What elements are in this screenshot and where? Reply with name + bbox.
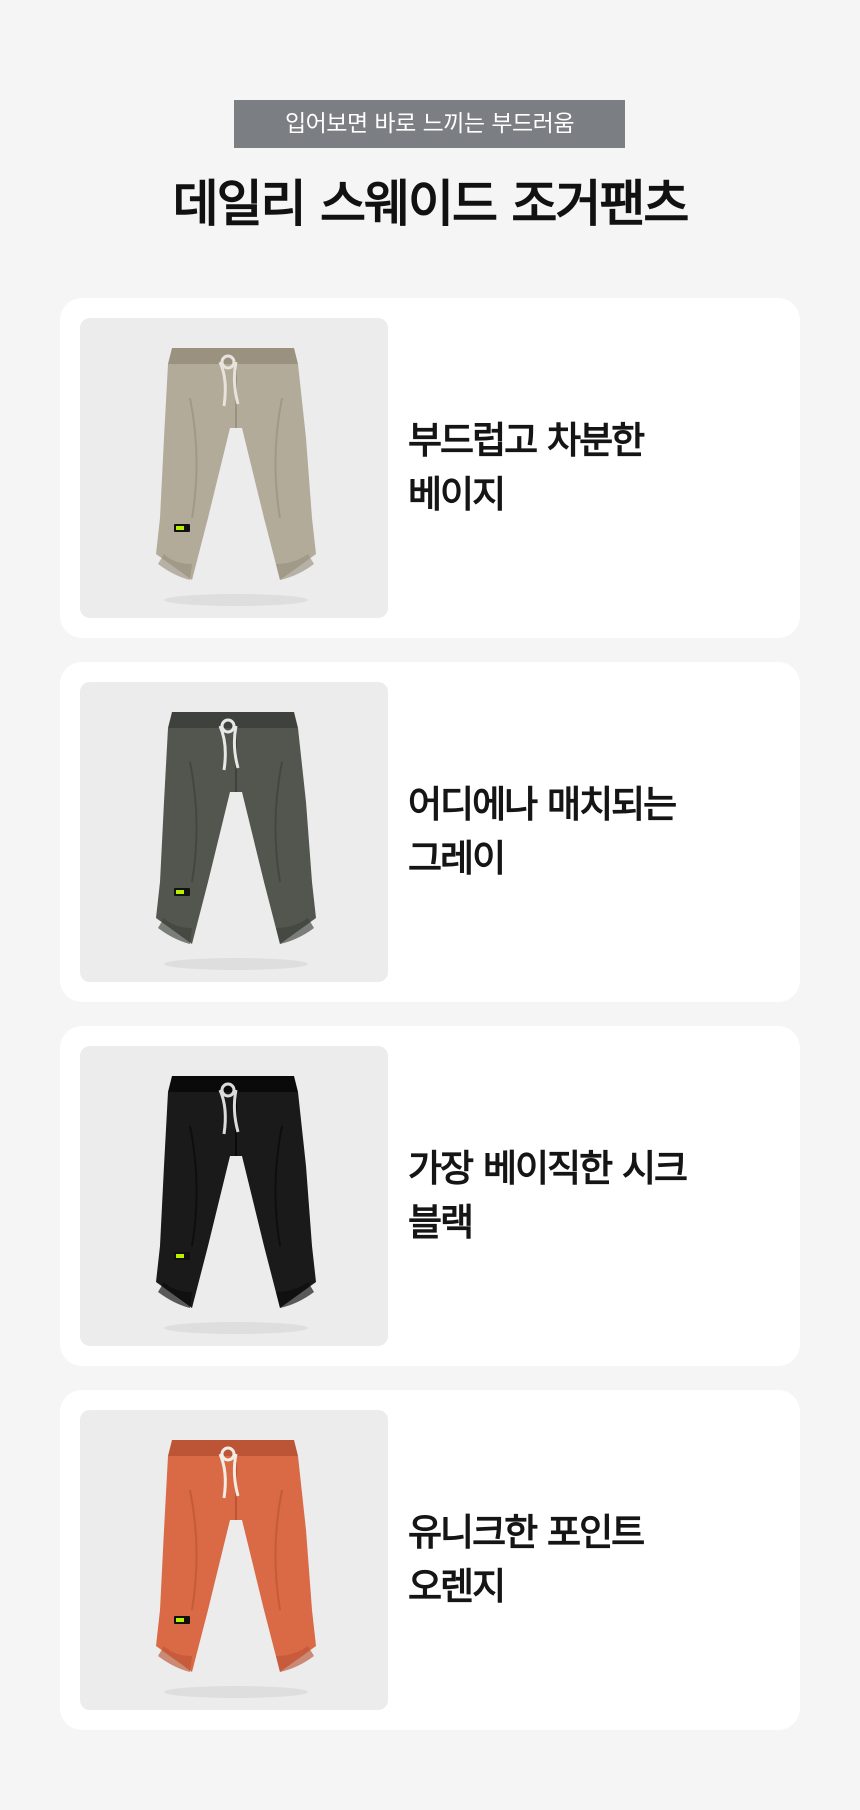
pants-illustration <box>156 1076 316 1334</box>
gray-pants-photo <box>80 682 388 982</box>
caption-color-name: 오렌지 <box>408 1565 506 1608</box>
product-card-gray: 어디에나 매치되는 그레이 <box>60 662 800 1002</box>
beige-pants-photo <box>80 318 388 618</box>
orange-pants-photo <box>80 1410 388 1710</box>
caption-color-name: 그레이 <box>408 837 506 880</box>
tagline-badge: 입어보면 바로 느끼는 부드러움 <box>234 100 625 148</box>
caption-line-1: 가장 베이직한 시크 <box>408 1147 688 1190</box>
pants-illustration <box>156 712 316 970</box>
product-card-black: 가장 베이직한 시크 블랙 <box>60 1026 800 1366</box>
caption-color-name: 블랙 <box>408 1201 474 1244</box>
caption-color-name: 베이지 <box>408 473 506 516</box>
product-caption: 유니크한 포인트 오렌지 <box>408 1390 645 1730</box>
product-caption: 가장 베이직한 시크 블랙 <box>408 1026 688 1366</box>
caption-line-1: 유니크한 포인트 <box>408 1511 645 1554</box>
product-caption: 부드럽고 차분한 베이지 <box>408 298 645 638</box>
black-pants-photo <box>80 1046 388 1346</box>
pants-illustration <box>156 348 316 606</box>
product-caption: 어디에나 매치되는 그레이 <box>408 662 677 1002</box>
product-card-beige: 부드럽고 차분한 베이지 <box>60 298 800 638</box>
page-title: 데일리 스웨이드 조거팬츠 <box>172 175 690 233</box>
pants-illustration <box>156 1440 316 1698</box>
product-card-orange: 유니크한 포인트 오렌지 <box>60 1390 800 1730</box>
caption-line-1: 어디에나 매치되는 <box>408 783 677 826</box>
caption-line-1: 부드럽고 차분한 <box>408 419 645 462</box>
